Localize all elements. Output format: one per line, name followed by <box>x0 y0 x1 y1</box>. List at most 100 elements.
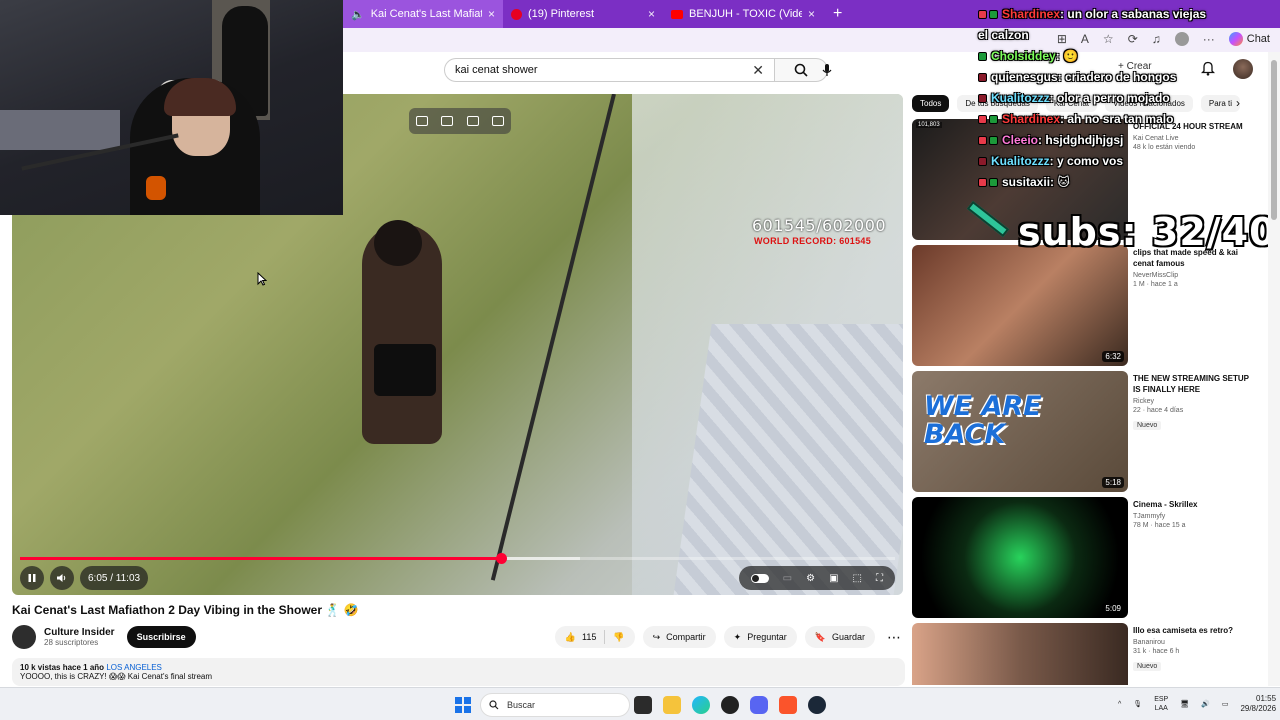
recommendation-channel[interactable]: Bananirou <box>1133 639 1257 646</box>
recommendation-item[interactable]: 5:09 Cinema - Skrillex TJammyfy 78 M · h… <box>912 497 1257 619</box>
heart-badge-icon <box>978 115 987 125</box>
tab-pinterest[interactable]: (19) Pinterest × <box>503 0 663 28</box>
notes-app-icon[interactable] <box>634 696 652 714</box>
brave-browser-icon[interactable] <box>779 696 797 714</box>
view-count: 10 k vistas <box>20 663 61 672</box>
video-title-emoji: 🕺 🤣 <box>325 603 359 617</box>
more-actions-button[interactable]: ⋯ <box>883 626 905 648</box>
discord-icon[interactable] <box>750 696 768 714</box>
recommendation-channel[interactable]: TJammyfy <box>1133 513 1257 520</box>
windows-start-icon[interactable] <box>455 697 471 713</box>
save-button[interactable]: 🔖 Guardar <box>804 626 875 648</box>
recommendation-title[interactable]: Cinema - Skrillex <box>1133 499 1257 510</box>
channel-avatar[interactable] <box>12 625 36 649</box>
recommendation-channel[interactable]: NeverMissClip <box>1133 272 1257 279</box>
language-indicator[interactable]: ESP LAA <box>1154 695 1168 713</box>
heart-badge-icon <box>978 10 987 20</box>
fullscreen-icon[interactable]: ⛶ <box>876 573 883 584</box>
search-input[interactable]: kai cenat shower ✕ <box>444 58 774 82</box>
tab-title: Kai Cenat's Last Mafiathon 2 Day <box>370 8 482 20</box>
search-query[interactable]: kai cenat shower <box>455 64 752 76</box>
subscriber-badge-icon <box>989 136 998 146</box>
ask-button[interactable]: ✦ Preguntar <box>723 626 797 648</box>
progress-bar[interactable] <box>20 553 895 564</box>
video-thumbnail[interactable]: WE ARE BACK 5:18 <box>912 371 1128 492</box>
page-scrollbar[interactable] <box>1268 52 1280 686</box>
battery-icon[interactable]: ▭ <box>1222 700 1229 708</box>
video-thumbnail[interactable] <box>912 623 1128 685</box>
steam-icon[interactable] <box>808 696 826 714</box>
taskbar-search[interactable]: Buscar <box>480 693 630 717</box>
new-tab-button[interactable]: + <box>823 5 852 23</box>
chat-message: Cholsiddey: 🙂 <box>978 46 1278 67</box>
pause-icon <box>28 574 36 582</box>
volume-button[interactable] <box>50 566 74 590</box>
recommendation-title[interactable]: Illo esa camiseta es retro? <box>1133 625 1257 636</box>
clock[interactable]: 01:55 29/8/2026 <box>1240 694 1276 714</box>
edge-browser-icon[interactable] <box>692 696 710 714</box>
close-tab-icon[interactable]: × <box>648 7 655 21</box>
recommendation-title[interactable]: THE NEW STREAMING SETUP IS FINALLY HERE <box>1133 373 1257 395</box>
new-badge: Nuevo <box>1133 421 1162 430</box>
close-tab-icon[interactable]: × <box>808 7 815 21</box>
subtitles-icon[interactable]: ▭ <box>783 573 792 584</box>
chat-text: el calzon <box>978 28 1029 42</box>
chat-message: Shardinex: un olor a sabanas viejas <box>978 4 1278 25</box>
chat-username: Cleeio <box>1002 133 1039 147</box>
right-controls: ▭ ⚙ ▣ ⬚ ⛶ <box>738 566 895 590</box>
voice-search-button[interactable] <box>815 58 839 82</box>
visual-search-icon[interactable] <box>441 116 454 126</box>
pause-button[interactable] <box>20 566 44 590</box>
miniplayer-icon[interactable]: ▣ <box>829 573 838 584</box>
channel-name[interactable]: Culture Insider <box>44 627 115 638</box>
recommendation-item[interactable]: Illo esa camiseta es retro? Bananirou 31… <box>912 623 1257 685</box>
recommendation-item[interactable]: WE ARE BACK 5:18 THE NEW STREAMING SETUP… <box>912 371 1257 493</box>
video-overlay-tools <box>409 108 511 134</box>
volume-tray-icon[interactable]: 🔊 <box>1201 700 1210 708</box>
subscriber-badge-icon <box>989 115 998 125</box>
tab-title: (19) Pinterest <box>528 8 595 20</box>
video-thumbnail[interactable]: 5:09 <box>912 497 1128 618</box>
file-explorer-icon[interactable] <box>663 696 681 714</box>
cast-icon[interactable]: ⬚ <box>853 573 862 584</box>
location-tag[interactable]: LOS ANGELES <box>106 663 162 672</box>
tab-kai-cenat[interactable]: 🔈 Kai Cenat's Last Mafiathon 2 Day × <box>343 0 503 28</box>
clock-time: 01:55 <box>1256 694 1277 703</box>
floor-tiles-scene <box>672 324 903 595</box>
obs-icon[interactable] <box>721 696 739 714</box>
translate-icon[interactable] <box>492 116 505 126</box>
chip-todos[interactable]: Todos <box>912 94 950 112</box>
like-count: 115 <box>582 632 597 642</box>
recommendation-item[interactable]: 6:32 clips that made speed & kai cenat f… <box>912 245 1257 367</box>
pinterest-icon <box>511 8 522 20</box>
like-button[interactable]: 👍 115 👎 <box>554 626 635 648</box>
scrubber-handle[interactable] <box>496 553 508 564</box>
recommendation-channel[interactable]: Rickey <box>1133 398 1257 405</box>
video-thumbnail[interactable]: 6:32 <box>912 245 1128 366</box>
share-button[interactable]: ↪ Compartir <box>642 626 716 648</box>
save-label: Guardar <box>831 632 865 642</box>
autoplay-toggle[interactable] <box>750 573 769 583</box>
recommendation-stats: 22 · hace 4 días <box>1133 407 1184 414</box>
thumbs-down-icon[interactable]: 👎 <box>613 632 624 643</box>
scrollbar-thumb[interactable] <box>1271 60 1277 220</box>
video-counter-text: 601545/602000 <box>752 216 887 235</box>
network-icon[interactable]: 🖥 <box>1180 700 1189 708</box>
speaker-icon: 🔈 <box>351 8 365 21</box>
chevron-up-icon[interactable]: ^ <box>1118 701 1121 708</box>
subscriber-badge-icon <box>989 178 998 188</box>
microphone-tray-icon[interactable]: 🎙 <box>1133 700 1142 708</box>
tab-title: BENJUH - TOXIC (Video Oficial) - Y <box>689 8 802 20</box>
notes-icon[interactable] <box>466 116 479 126</box>
clear-search-icon[interactable]: ✕ <box>752 62 764 79</box>
vip-badge-icon <box>978 73 987 83</box>
video-description[interactable]: 10 k vistas hace 1 año LOS ANGELES YOOOO… <box>12 658 905 686</box>
settings-icon[interactable]: ⚙ <box>806 573 815 584</box>
video-actions: 👍 115 👎 ↪ Compartir ✦ Preguntar 🔖 Guarda… <box>554 626 905 648</box>
screenshot-icon[interactable] <box>415 116 428 126</box>
subscribe-button[interactable]: Suscribirse <box>126 626 196 648</box>
close-tab-icon[interactable]: × <box>488 7 495 21</box>
tab-benjuh[interactable]: BENJUH - TOXIC (Video Oficial) - Y × <box>663 0 823 28</box>
taskbar-search-placeholder: Buscar <box>507 700 536 710</box>
stream-chat-overlay: Shardinex: un olor a sabanas viejas el c… <box>978 4 1278 193</box>
